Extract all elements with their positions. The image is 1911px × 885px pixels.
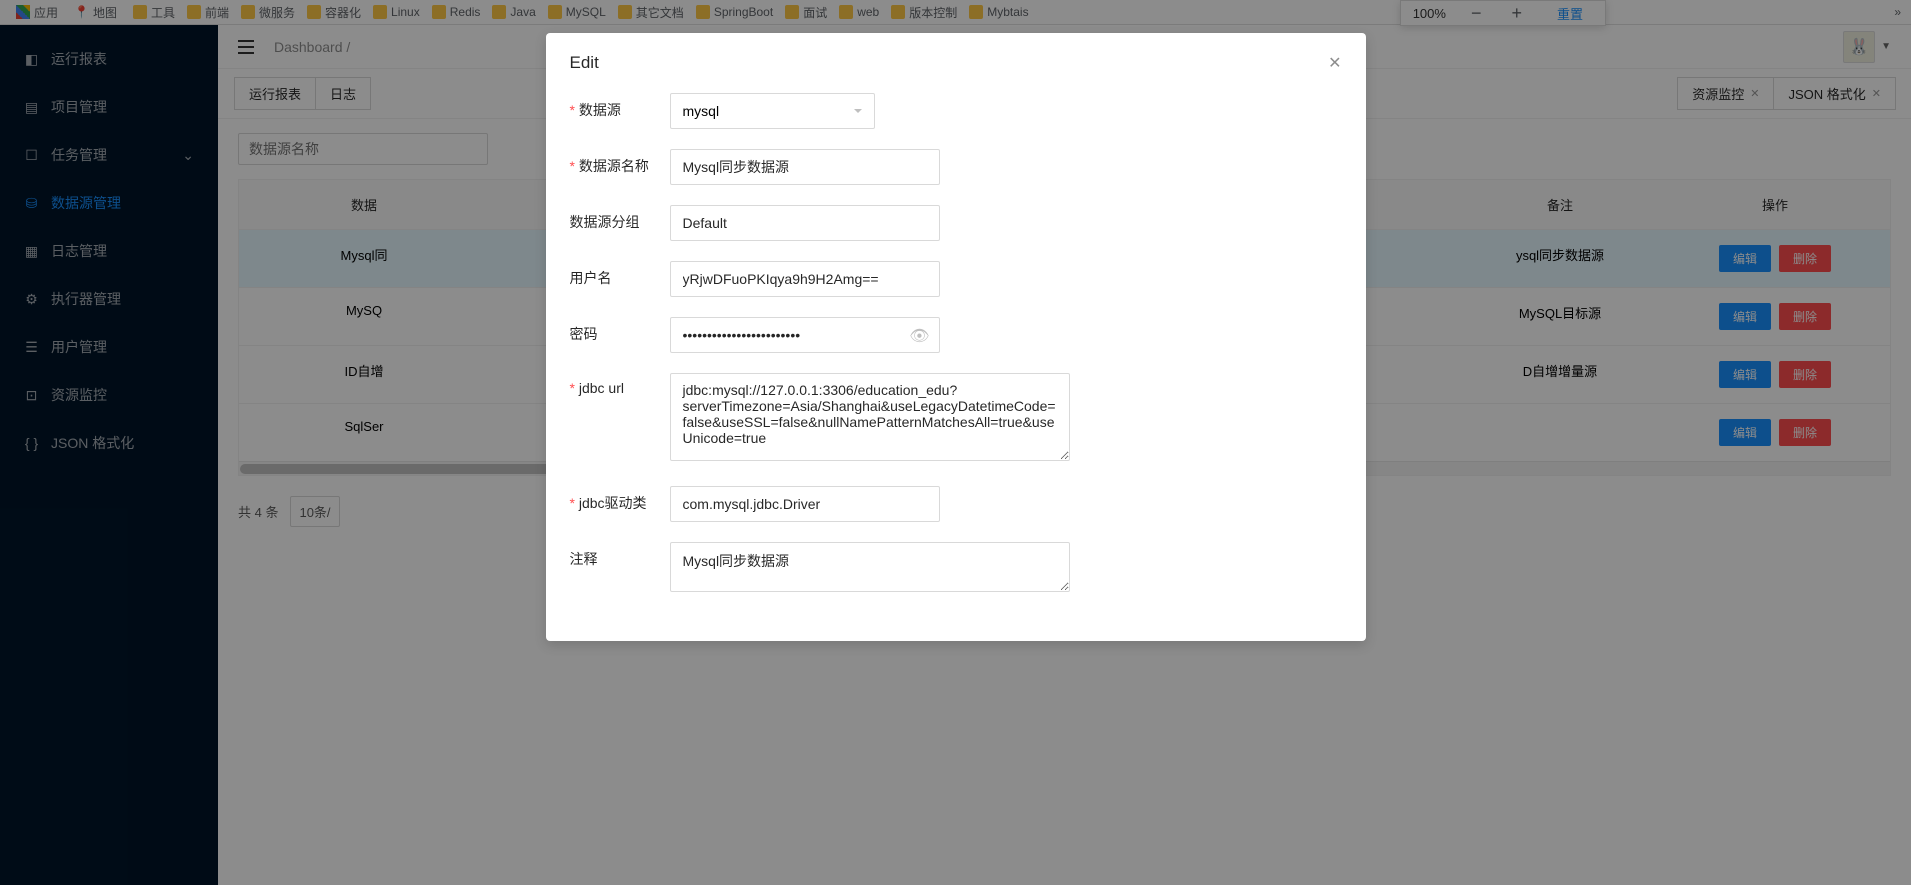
eye-icon[interactable]: 👁: [909, 326, 929, 346]
label-dsname: 数据源名称: [570, 149, 670, 176]
label-dsgroup: 数据源分组: [570, 205, 670, 232]
modal-close-icon[interactable]: ✕: [1328, 53, 1341, 73]
datasource-select[interactable]: mysql: [670, 93, 875, 129]
label-jdbcdriver: jdbc驱动类: [570, 486, 670, 513]
username-input[interactable]: [670, 261, 940, 297]
jdbcurl-textarea[interactable]: [670, 373, 1070, 461]
label-username: 用户名: [570, 261, 670, 288]
edit-modal: Edit ✕ 数据源 mysql 数据源名称 数据源分组 用户名 密码 👁 jd: [546, 33, 1366, 641]
label-password: 密码: [570, 317, 670, 344]
modal-title: Edit: [570, 53, 599, 73]
label-comment: 注释: [570, 542, 670, 569]
dsname-input[interactable]: [670, 149, 940, 185]
dsgroup-input[interactable]: [670, 205, 940, 241]
jdbcdriver-input[interactable]: [670, 486, 940, 522]
password-input[interactable]: [670, 317, 940, 353]
label-jdbcurl: jdbc url: [570, 373, 670, 396]
comment-textarea[interactable]: [670, 542, 1070, 592]
label-datasource: 数据源: [570, 93, 670, 120]
